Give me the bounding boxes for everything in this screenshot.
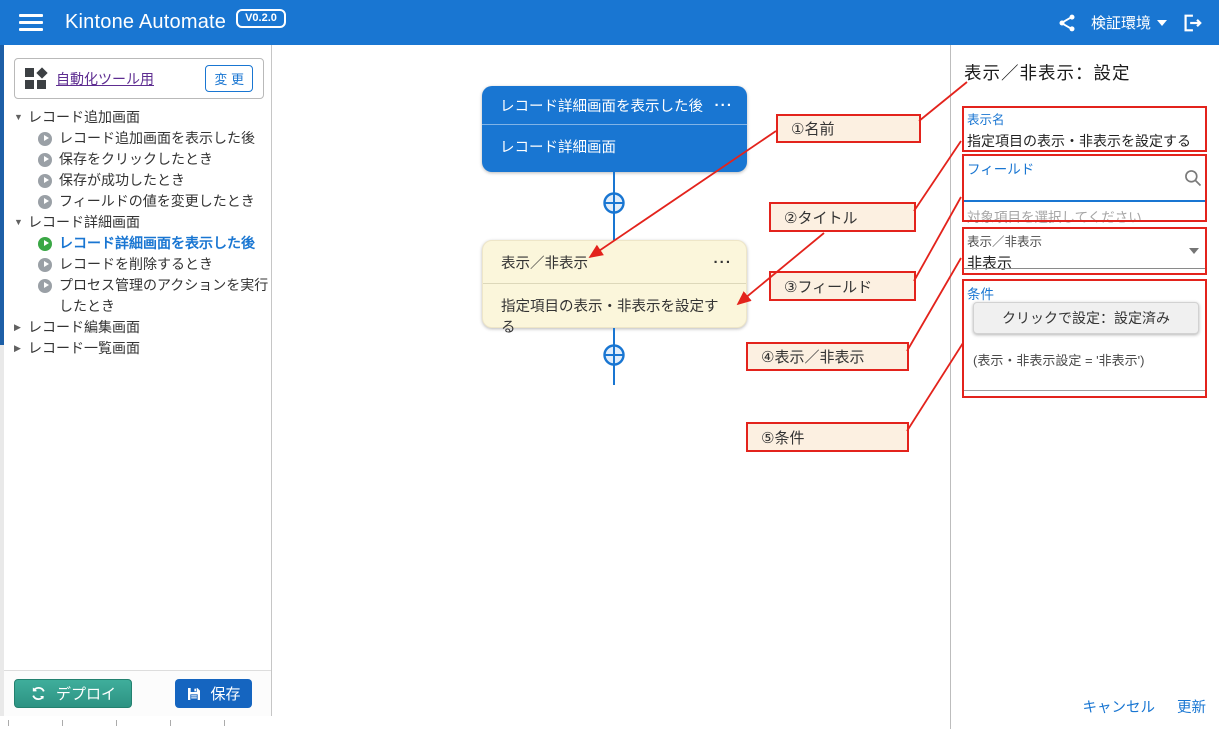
add-step-plus-icon[interactable]	[601, 342, 627, 368]
field-input-underline	[964, 200, 1207, 202]
app-selector-box: 自動化ツール用 変 更	[14, 58, 264, 99]
annotation-field: ③フィールド	[769, 271, 916, 301]
version-badge: V0.2.0	[236, 9, 286, 28]
display-name-value[interactable]: 指定項目の表示・非表示を設定する	[967, 131, 1191, 151]
field-placeholder: 対象項目を選択してください	[967, 206, 1142, 226]
display-name-field[interactable]: 表示名 指定項目の表示・非表示を設定する	[967, 109, 1191, 151]
tree-item-add-shown[interactable]: レコード追加画面を表示した後	[4, 128, 272, 149]
chevron-collapsed-icon: ▶	[14, 338, 28, 359]
floppy-disk-icon	[186, 686, 202, 702]
condition-underline	[964, 390, 1207, 391]
left-scrollbar-thumb[interactable]	[0, 45, 4, 345]
visibility-underline	[964, 268, 1207, 269]
tree-group-record-edit[interactable]: ▶ レコード編集画面	[4, 317, 272, 338]
logout-icon[interactable]	[1181, 12, 1203, 34]
sidebar: 自動化ツール用 変 更 ▼ レコード追加画面 レコード追加画面を表示した後 保存…	[4, 45, 272, 716]
app-name-link[interactable]: 自動化ツール用	[56, 69, 205, 89]
cancel-link[interactable]: キャンセル	[1083, 696, 1156, 717]
save-button[interactable]: 保存	[175, 679, 252, 708]
environment-label: 検証環境	[1091, 12, 1151, 33]
trigger-node-title: レコード詳細画面を表示した後	[500, 95, 703, 116]
annotation-name: ①名前	[776, 114, 921, 143]
add-step-plus-icon[interactable]	[601, 190, 627, 216]
tree-item-process-action[interactable]: プロセス管理のアクションを実行したとき	[4, 275, 272, 317]
share-icon[interactable]	[1057, 13, 1077, 33]
annotation-visibility: ④表示／非表示	[746, 342, 909, 371]
tree-item-save-success[interactable]: 保存が成功したとき	[4, 170, 272, 191]
refresh-icon	[30, 685, 47, 702]
tree-group-record-detail[interactable]: ▼ レコード詳細画面	[4, 212, 272, 233]
settings-panel: 表示／非表示：設定 表示名 指定項目の表示・非表示を設定する フィールド 対象項…	[950, 45, 1219, 729]
event-play-icon	[38, 279, 52, 293]
visibility-dropdown[interactable]: 表示／非表示 非表示	[967, 231, 1207, 273]
annotation-condition: ⑤条件	[746, 422, 909, 452]
trigger-node[interactable]: レコード詳細画面を表示した後 ... レコード詳細画面	[482, 86, 747, 172]
node-menu-icon[interactable]: ...	[714, 97, 733, 113]
update-link[interactable]: 更新	[1177, 696, 1206, 717]
action-node[interactable]: 表示／非表示 ... 指定項目の表示・非表示を設定する	[482, 240, 747, 328]
action-node-title: 表示／非表示	[501, 252, 588, 273]
annotation-title: ②タイトル	[769, 202, 916, 232]
environment-selector[interactable]: 検証環境	[1091, 12, 1167, 33]
kintone-automate-app: Kintone Automate V0.2.0 検証環境 自動化ツール用 変 更…	[0, 0, 1219, 729]
deploy-button[interactable]: デプロイ	[14, 679, 132, 708]
tree-item-detail-shown-selected[interactable]: レコード詳細画面を表示した後	[4, 233, 272, 254]
chevron-expanded-icon: ▼	[14, 107, 28, 128]
app-header: Kintone Automate V0.2.0 検証環境	[0, 0, 1219, 45]
tree-item-record-delete[interactable]: レコードを削除するとき	[4, 254, 272, 275]
event-play-icon-green	[38, 237, 52, 251]
app-title: Kintone Automate	[65, 11, 226, 34]
chevron-collapsed-icon: ▶	[14, 317, 28, 338]
condition-label: 条件	[967, 283, 994, 303]
left-scrollbar-track[interactable]	[0, 45, 4, 716]
chevron-down-icon	[1157, 20, 1167, 26]
condition-summary: (表示・非表示設定 = '非表示')	[973, 350, 1144, 369]
tree-item-save-clicked[interactable]: 保存をクリックしたとき	[4, 149, 272, 170]
visibility-selected-value: 非表示	[967, 252, 1207, 273]
chevron-expanded-icon: ▼	[14, 212, 28, 233]
sidebar-footer: デプロイ 保存	[4, 670, 271, 716]
tree-item-field-changed[interactable]: フィールドの値を変更したとき	[4, 191, 272, 212]
flow-canvas[interactable]: レコード詳細画面を表示した後 ... レコード詳細画面 表示／非表示 ... 指…	[273, 45, 950, 729]
search-icon[interactable]	[1183, 168, 1203, 193]
chevron-down-icon	[1189, 248, 1199, 254]
trigger-node-subtitle: レコード詳細画面	[482, 125, 747, 157]
display-name-label: 表示名	[967, 109, 1191, 128]
change-app-button[interactable]: 変 更	[205, 65, 253, 92]
tree-group-record-add[interactable]: ▼ レコード追加画面	[4, 107, 272, 128]
panel-title: 表示／非表示：設定	[964, 60, 1131, 85]
event-play-icon	[38, 258, 52, 272]
event-tree: ▼ レコード追加画面 レコード追加画面を表示した後 保存をクリックしたとき 保存…	[4, 107, 272, 359]
event-play-icon	[38, 132, 52, 146]
hamburger-menu-icon[interactable]	[19, 14, 43, 31]
event-play-icon	[38, 195, 52, 209]
node-menu-icon[interactable]: ...	[713, 254, 732, 270]
event-play-icon	[38, 153, 52, 167]
event-play-icon	[38, 174, 52, 188]
condition-set-button[interactable]: クリックで設定：設定済み	[973, 302, 1199, 334]
app-blocks-icon	[25, 68, 47, 90]
field-select[interactable]: フィールド	[967, 158, 1205, 178]
tree-group-record-list[interactable]: ▶ レコード一覧画面	[4, 338, 272, 359]
